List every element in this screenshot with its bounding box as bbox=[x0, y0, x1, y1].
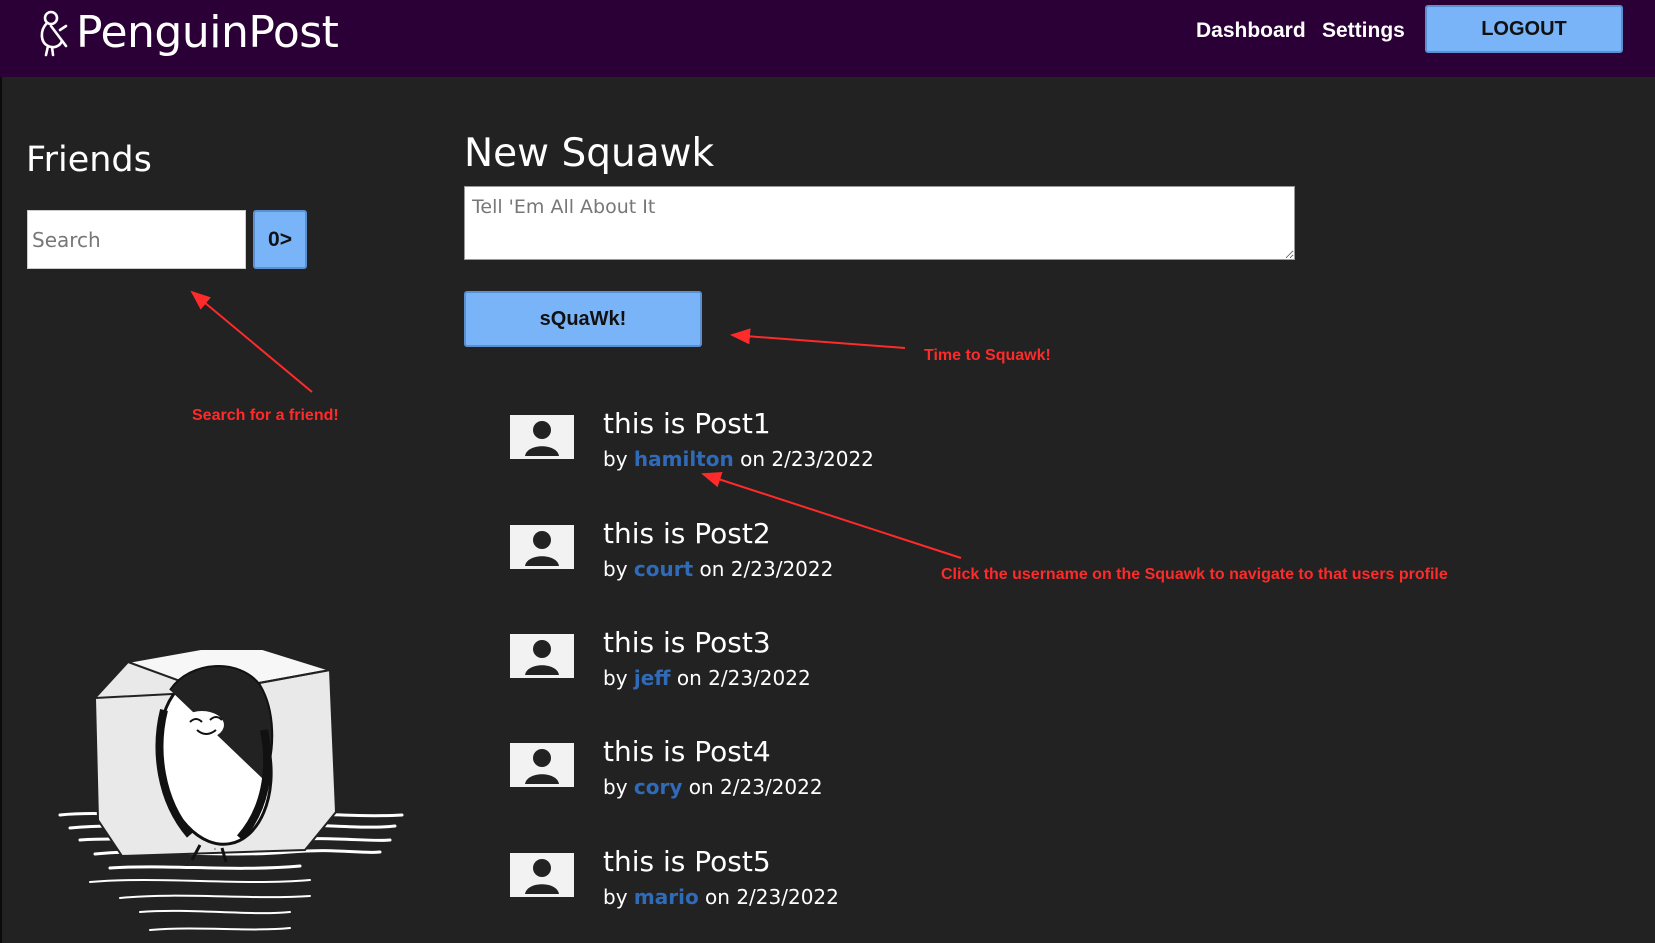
brand-name: PenguinPost bbox=[76, 7, 339, 58]
top-navbar: PenguinPost Dashboard Settings LOGOUT bbox=[0, 0, 1655, 77]
friend-search-button[interactable]: 0> bbox=[253, 210, 307, 269]
new-squawk-heading: New Squawk bbox=[464, 131, 715, 176]
page-left-edge bbox=[0, 77, 2, 943]
post-meta: by hamilton on 2/23/2022 bbox=[603, 445, 874, 473]
squawk-annotation-label: Time to Squawk! bbox=[924, 347, 1051, 364]
friends-heading: Friends bbox=[26, 140, 152, 180]
post-on-text: on bbox=[705, 885, 730, 909]
penguin-in-ice-cube-illustration bbox=[58, 650, 404, 931]
post-username-link[interactable]: jeff bbox=[634, 666, 671, 690]
post-username-link[interactable]: hamilton bbox=[634, 447, 734, 471]
post-item: this is Post5 by mario on 2/23/2022 bbox=[510, 843, 1310, 923]
post-date: 2/23/2022 bbox=[708, 666, 811, 690]
post-on-text: on bbox=[740, 447, 765, 471]
post-item: this is Post1 by hamilton on 2/23/2022 bbox=[510, 405, 1310, 485]
nav-dashboard-link[interactable]: Dashboard bbox=[1196, 16, 1306, 46]
user-avatar-icon bbox=[510, 634, 574, 678]
squawk-annotation-arrow bbox=[730, 328, 906, 349]
post-by-text: by bbox=[603, 447, 628, 471]
post-title: this is Post4 bbox=[603, 735, 771, 768]
post-title: this is Post1 bbox=[603, 407, 771, 440]
penguin-logo-icon bbox=[40, 10, 68, 57]
username-annotation-label: Click the username on the Squawk to navi… bbox=[941, 566, 1448, 583]
user-avatar-icon bbox=[510, 743, 574, 787]
user-avatar-icon bbox=[510, 525, 574, 569]
post-title: this is Post2 bbox=[603, 517, 771, 550]
post-by-text: by bbox=[603, 557, 628, 581]
post-date: 2/23/2022 bbox=[771, 447, 874, 471]
post-item: this is Post3 by jeff on 2/23/2022 bbox=[510, 624, 1310, 704]
search-annotation-label: Search for a friend! bbox=[192, 407, 339, 424]
friend-search-input[interactable] bbox=[27, 210, 246, 269]
post-username-link[interactable]: mario bbox=[634, 885, 699, 909]
squawk-submit-button[interactable]: sQuaWk! bbox=[464, 291, 702, 347]
post-date: 2/23/2022 bbox=[720, 775, 823, 799]
post-username-link[interactable]: court bbox=[634, 557, 693, 581]
post-title: this is Post5 bbox=[603, 845, 771, 878]
post-on-text: on bbox=[688, 775, 714, 799]
post-username-link[interactable]: cory bbox=[634, 775, 683, 799]
user-avatar-icon bbox=[510, 853, 574, 897]
post-date: 2/23/2022 bbox=[736, 885, 839, 909]
post-meta: by jeff on 2/23/2022 bbox=[603, 664, 811, 692]
post-by-text: by bbox=[603, 666, 628, 690]
post-on-text: on bbox=[699, 557, 725, 581]
post-on-text: on bbox=[676, 666, 702, 690]
squawk-textarea[interactable] bbox=[464, 186, 1295, 260]
logout-button[interactable]: LOGOUT bbox=[1425, 5, 1623, 53]
post-meta: by mario on 2/23/2022 bbox=[603, 883, 839, 911]
post-date: 2/23/2022 bbox=[730, 557, 834, 581]
post-meta: by cory on 2/23/2022 bbox=[603, 773, 823, 801]
search-annotation-arrow bbox=[190, 290, 313, 393]
nav-settings-link[interactable]: Settings bbox=[1322, 16, 1405, 46]
post-title: this is Post3 bbox=[603, 626, 771, 659]
user-avatar-icon bbox=[510, 415, 574, 459]
post-item: this is Post4 by cory on 2/23/2022 bbox=[510, 733, 1310, 813]
post-meta: by court on 2/23/2022 bbox=[603, 555, 833, 583]
brand-logo-link[interactable]: PenguinPost bbox=[36, 7, 339, 58]
post-by-text: by bbox=[603, 775, 628, 799]
post-by-text: by bbox=[603, 885, 628, 909]
